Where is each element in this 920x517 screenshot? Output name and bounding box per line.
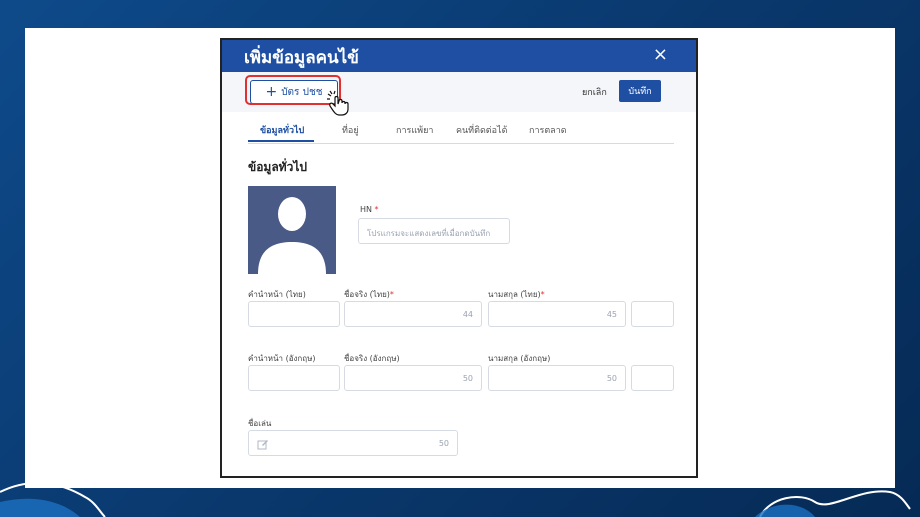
nickname-label: ชื่อเล่น — [248, 419, 272, 428]
hn-placeholder: โปรแกรมจะแสดงเลขที่เมื่อกดบันทึก — [367, 229, 491, 238]
edit-icon — [257, 440, 268, 450]
tab-bar: ข้อมูลทั่วไป ที่อยู่ การแพ้ยา คนที่ติดต่… — [248, 115, 674, 144]
suffix-th-input[interactable] — [631, 301, 674, 327]
firstname-th-label: ชื่อจริง (ไทย)* — [344, 290, 394, 299]
cancel-button[interactable]: ยกเลิก — [582, 85, 607, 99]
lastname-en-input[interactable]: 50 — [488, 365, 626, 391]
firstname-en-label: ชื่อจริง (อังกฤษ) — [344, 354, 400, 363]
firstname-en-input[interactable]: 50 — [344, 365, 482, 391]
hn-label: HN * — [360, 205, 379, 214]
hn-input[interactable]: โปรแกรมจะแสดงเลขที่เมื่อกดบันทึก — [358, 218, 510, 244]
tab-contacts[interactable]: คนที่ติดต่อได้ — [456, 123, 507, 137]
person-silhouette-icon — [258, 197, 326, 274]
nickname-counter: 50 — [438, 439, 449, 448]
lastname-en-label: นามสกุล (อังกฤษ) — [488, 354, 551, 363]
section-title: ข้อมูลทั่วไป — [248, 160, 307, 174]
firstname-th-input[interactable]: 44 — [344, 301, 482, 327]
modal-header: เพิ่มข้อมูลคนไข้ × — [222, 40, 696, 72]
lastname-th-counter: 45 — [606, 310, 617, 319]
tab-drug-allergy[interactable]: การแพ้ยา — [396, 123, 433, 137]
modal-title: เพิ่มข้อมูลคนไข้ — [244, 48, 359, 68]
firstname-en-counter: 50 — [462, 374, 473, 383]
save-button[interactable]: บันทึก — [619, 80, 661, 102]
tab-marketing[interactable]: การตลาด — [529, 123, 567, 137]
close-icon[interactable]: × — [653, 44, 668, 65]
suffix-en-input[interactable] — [631, 365, 674, 391]
active-tab-indicator — [248, 140, 314, 142]
tab-address[interactable]: ที่อยู่ — [342, 123, 359, 137]
add-patient-modal: เพิ่มข้อมูลคนไข้ × + บัตร ปชช ยกเลิก บัน… — [220, 38, 698, 478]
hand-pointer-icon — [327, 90, 349, 116]
title-en-select[interactable] — [248, 365, 340, 391]
lastname-en-counter: 50 — [606, 374, 617, 383]
lastname-th-label: นามสกุล (ไทย)* — [488, 290, 545, 299]
firstname-th-counter: 44 — [462, 310, 473, 319]
title-th-select[interactable] — [248, 301, 340, 327]
tab-general-info[interactable]: ข้อมูลทั่วไป — [260, 123, 304, 137]
avatar[interactable] — [248, 186, 336, 274]
lastname-th-input[interactable]: 45 — [488, 301, 626, 327]
title-th-label: คำนำหน้า (ไทย) — [248, 290, 306, 299]
title-en-label: คำนำหน้า (อังกฤษ) — [248, 354, 316, 363]
modal-toolbar: + บัตร ปชช ยกเลิก บันทึก — [222, 72, 696, 116]
nickname-input[interactable]: 50 — [248, 430, 458, 456]
